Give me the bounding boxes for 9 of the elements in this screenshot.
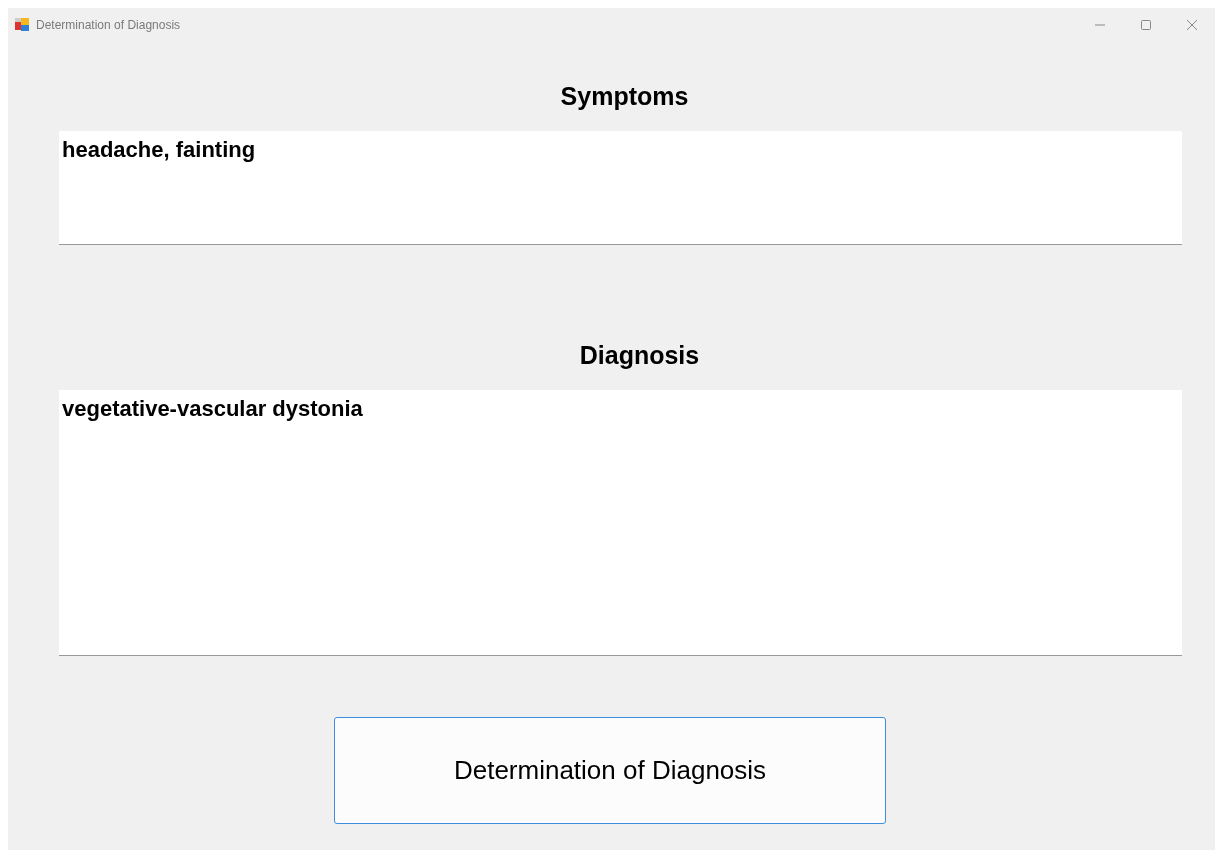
determine-diagnosis-button[interactable]: Determination of Diagnosis	[334, 717, 886, 824]
symptoms-label: Symptoms	[560, 82, 689, 111]
maximize-icon[interactable]	[1140, 19, 1152, 31]
diagnosis-label: Diagnosis	[579, 341, 700, 370]
symptoms-field[interactable]: headache, fainting	[59, 131, 1182, 245]
window-title: Determination of Diagnosis	[36, 18, 182, 32]
app-icon	[14, 17, 30, 33]
close-icon[interactable]	[1186, 19, 1198, 31]
diagnosis-field[interactable]: vegetative-vascular dystonia	[59, 390, 1182, 656]
